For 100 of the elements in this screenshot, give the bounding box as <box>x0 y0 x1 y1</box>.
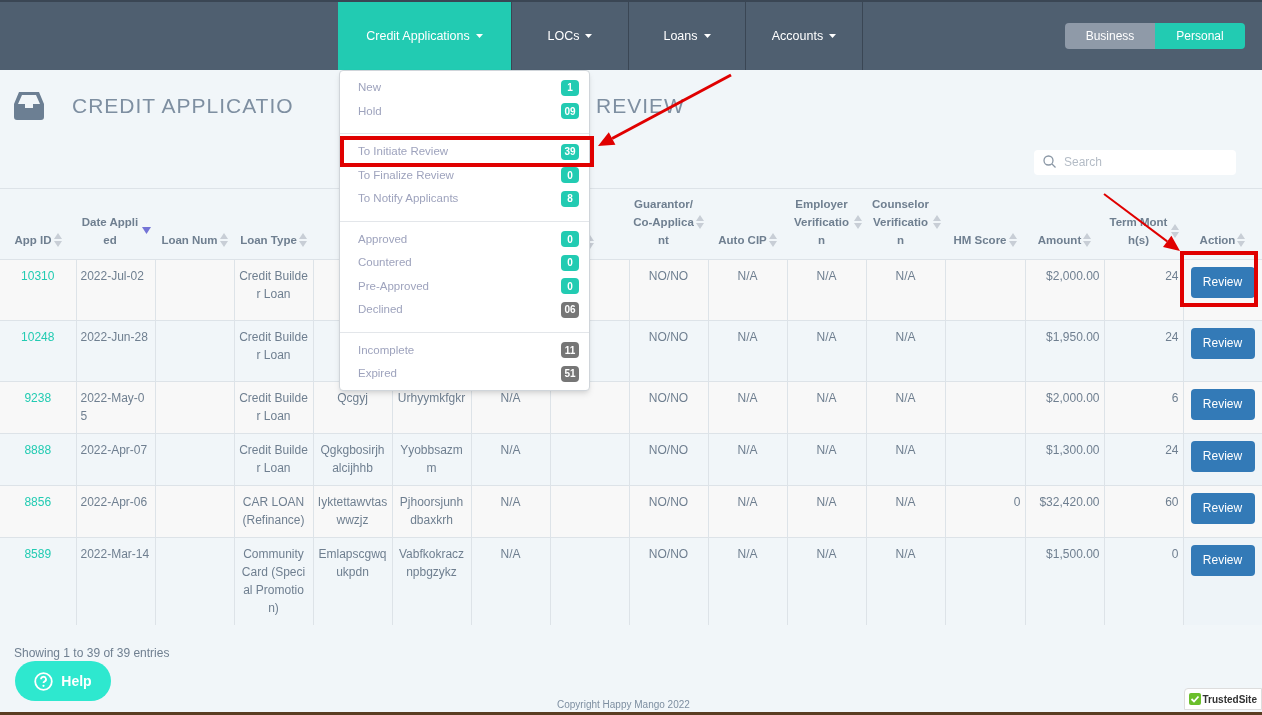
dropdown-item[interactable]: To Finalize Review 0 <box>340 163 589 187</box>
table-cell: N/A <box>895 546 916 561</box>
column-header[interactable]: App ID <box>14 230 52 249</box>
nav-menu-tab[interactable]: Credit Applications <box>338 2 512 70</box>
search-icon <box>1043 155 1056 168</box>
table-cell: 2022-May-05 <box>80 390 145 423</box>
account-type-toggle[interactable]: Business <box>1065 23 1155 49</box>
account-type-toggle[interactable]: Personal <box>1155 23 1245 49</box>
table-cell: Credit Builder Loan <box>239 329 308 362</box>
table-cell: NO/NO <box>648 494 689 509</box>
sort-icon[interactable] <box>53 232 62 247</box>
table-cell: CAR LOAN (Refinance) <box>242 494 305 527</box>
trusted-site-badge[interactable]: TrustedSite <box>1183 688 1262 710</box>
app-id-link[interactable]: 8856 <box>24 494 52 509</box>
table-cell: N/A <box>895 268 916 283</box>
copyright-text: Copyright Happy Mango 2022 <box>557 699 690 711</box>
sort-icon[interactable] <box>854 214 862 229</box>
table-cell: N/A <box>737 494 758 509</box>
table-cell: 60 <box>1165 494 1179 509</box>
table-cell: $1,300.00 <box>1046 442 1100 457</box>
review-button[interactable]: Review <box>1190 440 1255 472</box>
dropdown-item[interactable]: Declined 06 <box>340 298 589 322</box>
table-cell: 0 <box>1013 494 1021 509</box>
table-cell: 6 <box>1171 390 1179 405</box>
search-field[interactable]: Search <box>1034 149 1236 175</box>
count-badge: 39 <box>561 143 579 160</box>
sort-icon[interactable] <box>1171 223 1179 238</box>
dropdown-item[interactable]: Approved 0 <box>340 227 589 251</box>
table-cell: NO/NO <box>648 329 689 344</box>
table-cell: Urhyymkfgkr <box>397 390 466 405</box>
sort-icon[interactable] <box>696 214 704 229</box>
table-cell: 24 <box>1165 329 1179 344</box>
question-mark-icon <box>34 671 54 691</box>
table-cell: Qgkgbosirjhalcijhhb <box>320 442 385 475</box>
column-header[interactable]: Auto CIP <box>718 230 767 249</box>
table-cell: Vabfkokracznpbgzykz <box>398 546 465 579</box>
table-cell: N/A <box>816 494 837 509</box>
table-cell: N/A <box>816 546 837 561</box>
count-badge: 09 <box>561 103 579 120</box>
entries-summary: Showing 1 to 39 of 39 entries <box>14 646 170 660</box>
table-cell: NO/NO <box>648 442 689 457</box>
table-cell: $2,000.00 <box>1046 268 1100 283</box>
sort-icon[interactable] <box>1083 232 1092 247</box>
review-button[interactable]: Review <box>1190 492 1255 524</box>
table-cell: N/A <box>895 329 916 344</box>
table-cell: N/A <box>737 390 758 405</box>
sort-icon[interactable] <box>298 232 307 247</box>
review-button[interactable]: Review <box>1190 388 1255 420</box>
column-header[interactable]: Amount <box>1037 230 1082 249</box>
column-header[interactable]: Counselor Verification <box>870 194 931 249</box>
dropdown-item[interactable]: Countered 0 <box>340 251 589 275</box>
sort-descending-icon[interactable] <box>142 227 151 234</box>
table-cell: 0 <box>1171 546 1179 561</box>
column-header[interactable]: HM Score <box>953 230 1007 249</box>
count-badge: 06 <box>561 301 579 318</box>
count-badge: 0 <box>561 254 579 271</box>
table-cell: NO/NO <box>648 268 689 283</box>
table-cell: Community Card (Special Promotion) <box>241 546 306 615</box>
review-button[interactable]: Review <box>1190 266 1255 298</box>
app-id-link[interactable]: 10310 <box>21 268 55 283</box>
column-header[interactable]: Loan Num <box>161 230 218 249</box>
column-header[interactable]: Guarantor/ Co-Applicant <box>633 194 694 249</box>
table-cell: N/A <box>500 442 521 457</box>
table-cell: 2022-Jun-28 <box>80 329 148 344</box>
column-header[interactable]: Employer Verification <box>791 194 852 249</box>
count-badge: 0 <box>561 167 579 184</box>
table-cell: N/A <box>500 494 521 509</box>
column-header[interactable]: Action <box>1199 230 1236 249</box>
review-button[interactable]: Review <box>1190 544 1255 576</box>
sort-icon[interactable] <box>768 232 777 247</box>
table-cell: N/A <box>500 390 521 405</box>
caret-icon <box>585 34 593 38</box>
dropdown-item[interactable]: Expired 51 <box>340 362 589 386</box>
app-id-link[interactable]: 9238 <box>24 390 52 405</box>
table-cell: N/A <box>895 494 916 509</box>
sort-icon[interactable] <box>933 214 941 229</box>
dropdown-item[interactable]: Incomplete 11 <box>340 338 589 362</box>
sort-icon[interactable] <box>219 232 228 247</box>
table-cell: 2022-Jul-02 <box>80 268 144 283</box>
dropdown-item[interactable]: New 1 <box>340 76 589 100</box>
table-cell: 24 <box>1165 268 1179 283</box>
column-header[interactable]: Date Applied <box>80 212 140 249</box>
table-cell: N/A <box>816 329 837 344</box>
table-cell: N/A <box>500 546 521 561</box>
dropdown-item[interactable]: To Notify Applicants 8 <box>340 187 589 211</box>
table-cell: N/A <box>816 268 837 283</box>
dropdown-item[interactable]: Pre-Approved 0 <box>340 274 589 298</box>
sort-icon[interactable] <box>1237 232 1246 247</box>
column-header[interactable]: Loan Type <box>240 230 297 249</box>
page-title: CREDIT APPLICATIO <box>72 94 294 117</box>
review-button[interactable]: Review <box>1190 327 1255 359</box>
table-cell: N/A <box>737 442 758 457</box>
count-badge: 11 <box>561 342 579 359</box>
table-cell: Iyktettawvtaswwzjz <box>317 494 388 527</box>
dropdown-item[interactable]: To Initiate Review 39 <box>340 140 589 164</box>
table-cell: 2022-Apr-06 <box>80 494 148 509</box>
sort-icon[interactable] <box>1008 232 1017 247</box>
inbox-tray-icon <box>14 91 44 120</box>
dropdown-item[interactable]: Hold 09 <box>340 99 589 123</box>
table-cell: $2,000.00 <box>1046 390 1100 405</box>
